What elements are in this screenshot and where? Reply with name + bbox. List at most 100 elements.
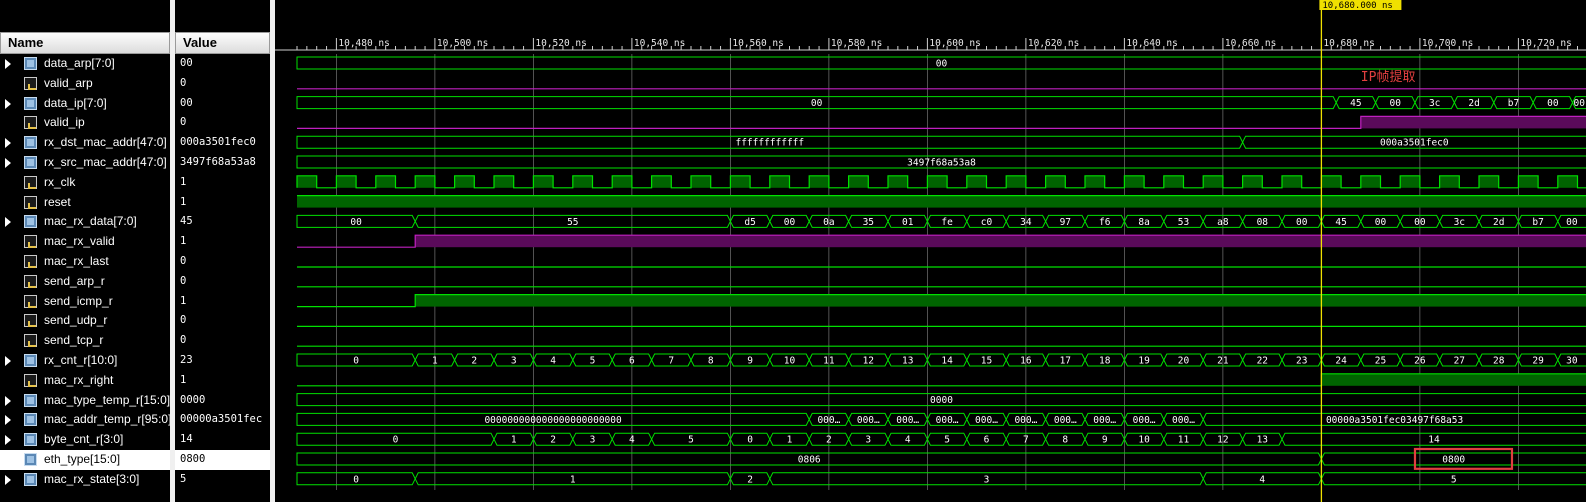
clock-high-fill (730, 175, 751, 188)
bit-signal-icon (24, 314, 37, 328)
bus-signal-icon (24, 393, 37, 407)
expand-arrow-icon[interactable] (5, 435, 11, 446)
signal-value-row[interactable]: 23 (175, 351, 270, 371)
signal-row-rx-clk[interactable]: rx_clk (0, 173, 170, 193)
signal-row-mac-rx-state[interactable]: mac_rx_state[3:0] (0, 470, 170, 490)
signal-row-rx-dst-mac-addr[interactable]: rx_dst_mac_addr[47:0] (0, 133, 170, 153)
signal-value-row[interactable]: 1 (175, 173, 270, 193)
expand-arrow-icon[interactable] (5, 415, 11, 426)
bus-value-label: 0 (393, 435, 399, 446)
signal-row-byte-cnt-r[interactable]: byte_cnt_r[3:0] (0, 430, 170, 450)
expand-arrow-icon[interactable] (5, 217, 11, 228)
clock-high-fill (1321, 175, 1342, 188)
bus-value-label: 30 (1566, 356, 1578, 367)
signal-value-row[interactable]: 45 (175, 212, 270, 232)
signal-value-row[interactable]: 0 (175, 113, 270, 133)
clock-high-fill (1400, 175, 1420, 188)
bus-value-label: 29 (1532, 356, 1544, 367)
signal-row-data-arp[interactable]: data_arp[7:0] (0, 54, 170, 74)
bus-value-label: 3c (1429, 98, 1440, 109)
signal-value-row[interactable]: 00 (175, 94, 270, 114)
signal-value: 00 (180, 96, 193, 109)
bus-value-label: 00 (1414, 217, 1426, 228)
signal-value-row[interactable]: 1 (175, 292, 270, 312)
bus-value-label: 0 (353, 356, 359, 367)
signal-name: mac_rx_valid (44, 234, 115, 249)
signal-row-mac-rx-right[interactable]: mac_rx_right (0, 371, 170, 391)
signal-value-row[interactable]: 0 (175, 331, 270, 351)
signal-row-mac-rx-data[interactable]: mac_rx_data[7:0] (0, 212, 170, 232)
name-column-header[interactable]: Name (0, 32, 170, 54)
signal-value-row[interactable]: 1 (175, 193, 270, 213)
bit-signal-icon (24, 255, 37, 268)
signal-row-send-udp-r[interactable]: send_udp_r (0, 311, 170, 331)
signal-row-mac-addr-temp-r[interactable]: mac_addr_temp_r[95:0] (0, 410, 171, 430)
signal-row-eth-type[interactable]: eth_type[15:0] (0, 450, 170, 470)
bit-signal-icon (24, 175, 37, 189)
signal-value: 1 (180, 175, 187, 188)
signal-value-row[interactable]: 0 (175, 252, 270, 272)
signal-value-row[interactable]: 0 (175, 272, 270, 292)
expand-arrow-icon[interactable] (5, 395, 11, 406)
signal-row-rx-cnt-r[interactable]: rx_cnt_r[10:0] (0, 351, 170, 371)
signal-value-row[interactable]: 0 (175, 311, 270, 331)
signal-value-row[interactable]: 1 (175, 371, 270, 391)
expand-arrow-icon[interactable] (5, 59, 11, 69)
expand-arrow-icon[interactable] (5, 98, 11, 109)
value-column-header[interactable]: Value (175, 32, 270, 54)
expand-arrow-icon[interactable] (5, 138, 11, 149)
signal-row-valid-ip[interactable]: valid_ip (0, 113, 170, 133)
signal-row-send-arp-r[interactable]: send_arp_r (0, 272, 170, 292)
bus-value-label: 00 (1574, 98, 1586, 109)
expand-arrow-icon[interactable] (5, 455, 11, 465)
expand-arrow-icon[interactable] (5, 158, 11, 168)
clock-high-fill (572, 175, 593, 188)
bus-value-label: 1 (787, 435, 793, 446)
bus-value-label: 3 (984, 474, 990, 485)
bit-signal-icon (24, 195, 37, 209)
signal-value: 23 (180, 354, 193, 366)
bus-value-label: 000… (896, 415, 919, 426)
signal-value-row[interactable]: 0000 (175, 391, 270, 411)
signal-row-reset[interactable]: reset (0, 193, 170, 213)
clock-high-fill (1479, 175, 1499, 188)
expand-arrow-icon[interactable] (5, 474, 11, 485)
signal-value-row[interactable]: 1 (175, 232, 270, 252)
signal-value: 0000 (180, 393, 206, 406)
signal-value: 45 (180, 215, 193, 228)
bus-value-label: 18 (1099, 356, 1111, 367)
bus-value-label: 6 (629, 356, 635, 367)
bus-value-label: fe (941, 217, 953, 228)
signal-row-send-tcp-r[interactable]: send_tcp_r (0, 331, 170, 351)
signal-row-mac-type-temp-r[interactable]: mac_type_temp_r[15:0] (0, 391, 170, 411)
clock-high-fill (1518, 175, 1539, 188)
signal-value-row[interactable]: 3497f68a53a8 (175, 153, 270, 173)
ruler-tick-label: 10,520 ns (535, 38, 586, 49)
signal-row-valid-arp[interactable]: valid_arp (0, 74, 170, 94)
bus-value-label: 5 (1451, 474, 1457, 485)
signal-value-row[interactable]: 5 (175, 470, 270, 490)
signal-row-rx-src-mac-addr[interactable]: rx_src_mac_addr[47:0] (0, 153, 170, 173)
waveform-canvas[interactable]: 10,480 ns 10,500 ns 10,520 ns 10,540 ns 10,5… (275, 0, 1586, 502)
signal-row-data-ip[interactable]: data_ip[7:0] (0, 94, 170, 114)
bus-value-label: 12 (863, 356, 874, 367)
signal-row-mac-rx-valid[interactable]: mac_rx_valid (0, 232, 170, 252)
bus-value-label: 24 (1335, 356, 1347, 367)
signal-value-row[interactable]: 00000a3501fec (175, 410, 270, 430)
bus-value-label: 28 (1493, 356, 1505, 367)
bit-high-fill (297, 195, 1586, 208)
clock-high-fill (651, 175, 672, 188)
signal-value-row[interactable]: 00 (175, 54, 270, 74)
signal-value-row[interactable]: 000a3501fec0 (175, 133, 270, 153)
bus-value-label: 11 (823, 356, 835, 367)
signal-value-row[interactable]: 0800 (175, 450, 270, 470)
annotation-label: IP帧提取 (1361, 69, 1416, 85)
waveform-pane[interactable]: 10,480 ns 10,500 ns 10,520 ns 10,540 ns 10,5… (275, 0, 1586, 502)
signal-row-mac-rx-last[interactable]: mac_rx_last (0, 252, 170, 272)
clock-high-fill (848, 175, 869, 188)
clock-high-fill (809, 175, 829, 188)
expand-arrow-icon[interactable] (5, 356, 11, 366)
signal-value-row[interactable]: 0 (175, 74, 270, 94)
signal-value-row[interactable]: 14 (175, 430, 270, 450)
signal-row-send-icmp-r[interactable]: send_icmp_r (0, 292, 170, 312)
